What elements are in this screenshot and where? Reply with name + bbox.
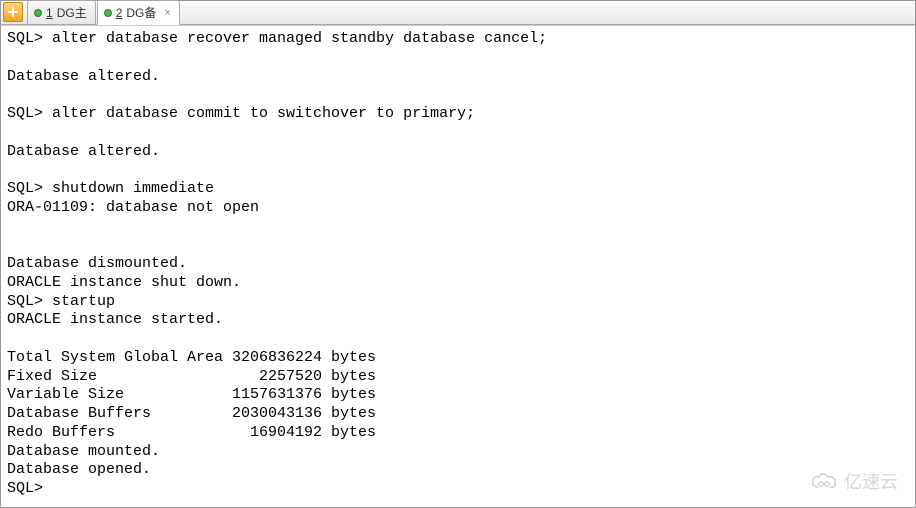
tab-label: DG备 xyxy=(126,4,156,21)
app-window: 1 DG主 2 DG备 × SQL> alter database recover … xyxy=(0,0,916,508)
add-tab-button[interactable] xyxy=(3,2,23,22)
plus-icon xyxy=(8,7,18,17)
tab-bar: 1 DG主 2 DG备 × xyxy=(1,1,915,25)
connection-status-icon xyxy=(104,9,112,17)
tab-number: 2 xyxy=(116,6,123,20)
tab-number: 1 xyxy=(46,6,53,20)
tab-label: DG主 xyxy=(57,4,87,21)
terminal-output[interactable]: SQL> alter database recover managed stan… xyxy=(1,25,915,507)
tab-2[interactable]: 2 DG备 × xyxy=(97,0,180,25)
tab-1[interactable]: 1 DG主 xyxy=(27,0,96,24)
close-icon[interactable]: × xyxy=(164,7,170,19)
connection-status-icon xyxy=(34,9,42,17)
